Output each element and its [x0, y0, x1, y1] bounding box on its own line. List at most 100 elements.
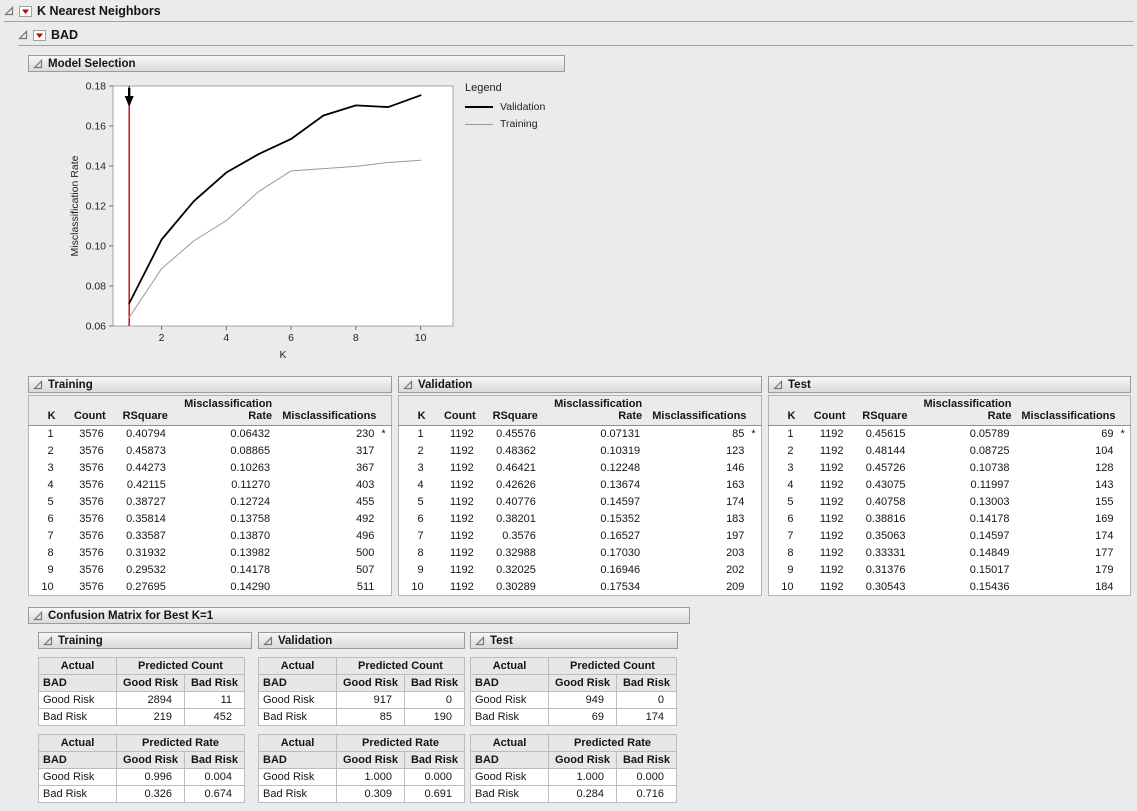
cell: 6 — [769, 511, 799, 528]
column-header: Misclassification Rate — [541, 396, 645, 426]
cell: 0.42115 — [109, 477, 171, 494]
legend-item-validation: Validation — [465, 101, 545, 113]
cell: 0.30543 — [849, 579, 911, 596]
cell: 0.27695 — [109, 579, 171, 596]
validation-rate-matrix: ActualPredicted RateBADGood RiskBad Risk… — [258, 734, 465, 803]
best-k-star: * — [379, 426, 391, 443]
cell: 1192 — [799, 477, 849, 494]
disclosure-icon[interactable] — [4, 6, 14, 16]
cell: 492 — [275, 511, 379, 528]
disclosure-icon[interactable] — [33, 59, 43, 69]
matrix-value: 0.691 — [405, 786, 465, 803]
cell: 2 — [29, 443, 59, 460]
cell: 0.14597 — [911, 528, 1015, 545]
cell: 0.43075 — [849, 477, 911, 494]
cell: 0.31932 — [109, 545, 171, 562]
disclosure-icon[interactable] — [43, 636, 53, 646]
best-k-star — [1119, 511, 1131, 528]
cell: 163 — [645, 477, 749, 494]
knn-outline-header: K Nearest Neighbors — [4, 3, 1134, 22]
report-title: K Nearest Neighbors — [37, 4, 161, 18]
cell: 7 — [29, 528, 59, 545]
cell: 0.08725 — [911, 443, 1015, 460]
header-row: ActualPredicted Count — [39, 658, 245, 675]
red-triangle-menu-icon[interactable] — [19, 6, 32, 17]
cell: 146 — [645, 460, 749, 477]
validation-table-bar[interactable]: Validation — [398, 376, 762, 393]
cell: 4 — [769, 477, 799, 494]
disclosure-icon[interactable] — [33, 380, 43, 390]
cell: 0.12724 — [171, 494, 275, 511]
cell: 0.32988 — [479, 545, 541, 562]
cell: 0.13674 — [541, 477, 645, 494]
disclosure-icon[interactable] — [475, 636, 485, 646]
table-row: 535760.387270.12724455 — [29, 494, 392, 511]
matrix-value: 0.309 — [337, 786, 405, 803]
table-row: 635760.358140.13758492 — [29, 511, 392, 528]
model-selection-chart-area: 0.060.080.100.120.140.160.18246810KMiscl… — [28, 74, 768, 376]
x-axis-label: K — [279, 349, 286, 361]
table-row: 811920.333310.14849177 — [769, 545, 1131, 562]
disclosure-icon[interactable] — [263, 636, 273, 646]
cell: 5 — [399, 494, 429, 511]
cell: 0.10319 — [541, 443, 645, 460]
training-confusion-bar[interactable]: Training — [38, 632, 252, 649]
y-tick-label: 0.18 — [86, 81, 107, 93]
cell: 209 — [645, 579, 749, 596]
disclosure-icon[interactable] — [773, 380, 783, 390]
cell: 0.40794 — [109, 426, 171, 443]
cell: 10 — [29, 579, 59, 596]
x-tick-label: 4 — [223, 332, 229, 344]
cell: 8 — [29, 545, 59, 562]
validation-confusion-bar[interactable]: Validation — [258, 632, 465, 649]
cell: 0.14178 — [911, 511, 1015, 528]
cell: 0.07131 — [541, 426, 645, 443]
x-tick-label: 8 — [353, 332, 359, 344]
validation-confusion-group: ValidationActualPredicted CountBADGood R… — [258, 632, 465, 803]
training-table-bar[interactable]: Training — [28, 376, 392, 393]
table-row: 111920.455760.0713185* — [399, 426, 762, 443]
cell: 202 — [645, 562, 749, 579]
header-row: ActualPredicted Count — [471, 658, 677, 675]
best-k-star — [749, 477, 761, 494]
disclosure-icon[interactable] — [18, 30, 28, 40]
best-k-star — [1119, 443, 1131, 460]
table-row: 611920.388160.14178169 — [769, 511, 1131, 528]
confusion-matrix-bar[interactable]: Confusion Matrix for Best K=1 — [28, 607, 690, 624]
cell: 3576 — [59, 528, 109, 545]
actual-header: Actual — [471, 658, 549, 675]
cell: 7 — [399, 528, 429, 545]
matrix-value: 0.716 — [617, 786, 677, 803]
cell: 1192 — [429, 511, 479, 528]
cell: 0.15352 — [541, 511, 645, 528]
cell: 4 — [29, 477, 59, 494]
class-header: Good Risk — [117, 675, 185, 692]
column-header: Count — [799, 396, 849, 426]
cell: 1192 — [429, 443, 479, 460]
test-confusion-bar[interactable]: Test — [470, 632, 678, 649]
cell: 155 — [1015, 494, 1119, 511]
red-triangle-menu-icon[interactable] — [33, 30, 46, 41]
actual-header: Actual — [259, 735, 337, 752]
matrix-row: Bad Risk219452 — [39, 709, 245, 726]
disclosure-icon[interactable] — [33, 611, 43, 621]
model-selection-bar[interactable]: Model Selection — [28, 55, 565, 72]
cell: 10 — [399, 579, 429, 596]
cell: 3576 — [59, 579, 109, 596]
cell: 0.12248 — [541, 460, 645, 477]
actual-header: Actual — [259, 658, 337, 675]
x-tick-label: 2 — [159, 332, 165, 344]
column-header: Count — [429, 396, 479, 426]
cell: 0.38727 — [109, 494, 171, 511]
cell: 3 — [29, 460, 59, 477]
best-k-star — [379, 443, 391, 460]
test-table-bar[interactable]: Test — [768, 376, 1131, 393]
header-row: BADGood RiskBad Risk — [259, 675, 465, 692]
header-row: KCountRSquareMisclassification RateMiscl… — [399, 396, 762, 426]
disclosure-icon[interactable] — [403, 380, 413, 390]
row-label: Good Risk — [259, 769, 337, 786]
table-row: 711920.350630.14597174 — [769, 528, 1131, 545]
training-table-bar-label: Training — [48, 379, 93, 391]
cell: 0.14290 — [171, 579, 275, 596]
cell: 5 — [29, 494, 59, 511]
